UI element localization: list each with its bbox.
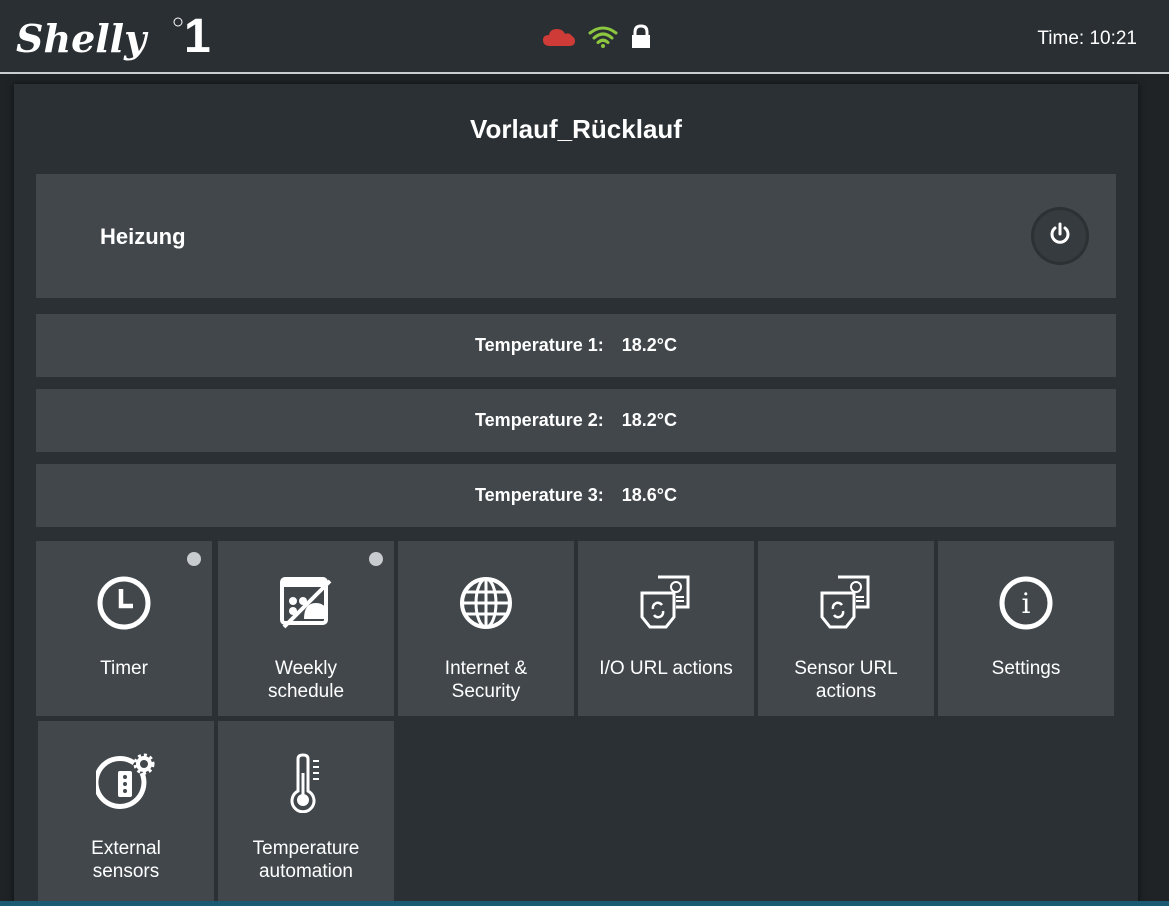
tile-label: Internet & Security bbox=[444, 658, 528, 702]
page-title: Vorlauf_Rücklauf bbox=[470, 114, 682, 144]
sensor-gear-icon bbox=[93, 753, 156, 813]
cloud-icon bbox=[542, 26, 576, 53]
tile-label: I/O URL actions bbox=[599, 658, 733, 679]
temperature-label: Temperature 1: bbox=[475, 335, 604, 355]
tile-label: Temperature automation bbox=[252, 838, 360, 882]
shelly-logo: Shelly 1 bbox=[16, 12, 216, 68]
indicator-dot bbox=[369, 552, 383, 566]
temperature-label: Temperature 3: bbox=[475, 485, 604, 505]
menu-tile-temperature-automation[interactable]: Temperature automation bbox=[218, 721, 394, 906]
menu-tile-io-url-actions[interactable]: I/O URL actions bbox=[578, 541, 754, 716]
power-button[interactable] bbox=[1034, 210, 1086, 262]
temperature-row-2: Temperature 2: 18.2°C bbox=[36, 389, 1116, 452]
wifi-icon bbox=[588, 25, 618, 54]
status-icons bbox=[542, 23, 652, 55]
menu-tile-settings[interactable]: i Settings bbox=[938, 541, 1114, 716]
main-panel: Vorlauf_Rücklauf Heizung Temperature 1: … bbox=[14, 84, 1138, 906]
bottom-strip bbox=[0, 901, 1169, 906]
relay-card: Heizung bbox=[36, 174, 1116, 298]
indicator-dot bbox=[187, 552, 201, 566]
tile-label: Weekly schedule bbox=[267, 658, 345, 702]
menu-tile-weekly-schedule[interactable]: Weekly schedule bbox=[218, 541, 394, 716]
menu-tile-external-sensors[interactable]: External sensors bbox=[38, 721, 214, 906]
time-label: Time: bbox=[1037, 28, 1085, 49]
menu-tile-sensor-url-actions[interactable]: Sensor URL actions bbox=[758, 541, 934, 716]
temperature-row-1: Temperature 1: 18.2°C bbox=[36, 314, 1116, 377]
thermometer-icon bbox=[276, 753, 336, 814]
globe-icon bbox=[456, 573, 516, 633]
schedule-icon bbox=[276, 573, 336, 633]
power-icon bbox=[1047, 221, 1073, 252]
temperature-value: 18.6°C bbox=[621, 485, 677, 505]
svg-text:i: i bbox=[1022, 587, 1031, 620]
svg-text:Shelly: Shelly bbox=[16, 16, 149, 61]
clock-icon bbox=[94, 573, 154, 633]
time-value: 10:21 bbox=[1089, 28, 1137, 49]
url-actions-icon bbox=[636, 573, 696, 633]
time-display: Time: 10:21 bbox=[1037, 28, 1137, 50]
temperature-row-3: Temperature 3: 18.6°C bbox=[36, 464, 1116, 527]
tile-label: Timer bbox=[100, 658, 148, 679]
tile-label: External sensors bbox=[91, 838, 161, 882]
url-actions-icon bbox=[816, 573, 876, 633]
menu-tile-internet-security[interactable]: Internet & Security bbox=[398, 541, 574, 716]
tile-label: Sensor URL actions bbox=[794, 658, 898, 702]
lock-icon bbox=[630, 23, 652, 55]
relay-name: Heizung bbox=[100, 224, 186, 249]
tile-label: Settings bbox=[991, 658, 1061, 679]
temperature-label: Temperature 2: bbox=[475, 410, 604, 430]
top-bar: Shelly 1 Time: 10:21 bbox=[0, 0, 1169, 74]
temperature-value: 18.2°C bbox=[621, 335, 677, 355]
temperature-value: 18.2°C bbox=[621, 410, 677, 430]
menu-tile-timer[interactable]: Timer bbox=[36, 541, 212, 716]
svg-text:1: 1 bbox=[184, 12, 211, 63]
info-icon: i bbox=[996, 573, 1056, 633]
